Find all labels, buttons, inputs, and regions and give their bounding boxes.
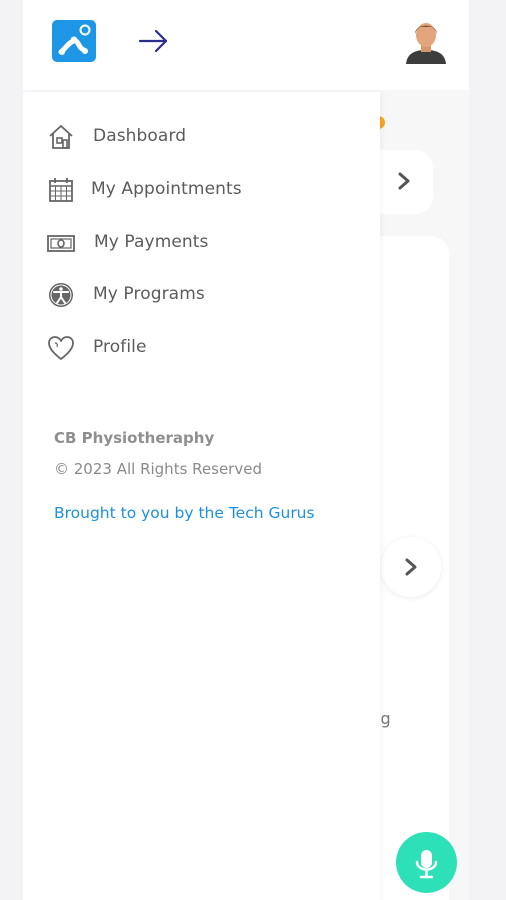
sidebar-item-payments[interactable]: My Payments: [47, 227, 357, 259]
app-frame: ıg Dashboard My Appointments My Payments…: [23, 0, 469, 900]
sidebar-item-profile[interactable]: Profile: [47, 332, 357, 364]
chevron-right-icon: [398, 172, 410, 190]
calendar-icon: [49, 178, 73, 202]
sidebar-item-label: Profile: [93, 337, 147, 357]
microphone-button[interactable]: [396, 832, 457, 893]
sidebar-item-label: My Programs: [93, 284, 205, 304]
sidebar-item-label: Dashboard: [93, 126, 187, 146]
sidebar-item-dashboard[interactable]: Dashboard: [47, 121, 357, 153]
payments-icon: [47, 235, 75, 252]
app-logo[interactable]: [52, 20, 96, 62]
sidebar-item-label: My Payments: [94, 232, 209, 252]
app-logo-icon: [58, 24, 91, 55]
heart-icon: [48, 336, 74, 360]
company-name: CB Physiotheraphy: [54, 429, 215, 447]
sidebar-item-label: My Appointments: [91, 179, 242, 199]
programs-icon: [49, 283, 73, 307]
home-icon: [49, 125, 73, 149]
microphone-icon: [415, 850, 438, 879]
sidebar-item-programs[interactable]: My Programs: [47, 279, 357, 311]
user-avatar-icon[interactable]: [404, 18, 448, 64]
sidebar-item-appointments[interactable]: My Appointments: [47, 174, 357, 206]
copyright-text: © 2023 All Rights Reserved: [54, 460, 262, 478]
chevron-right-icon: [405, 558, 417, 576]
credit-link[interactable]: Brought to you by the Tech Gurus: [54, 504, 315, 522]
top-bar: [23, 0, 469, 90]
navigation-drawer: Dashboard My Appointments My Payments My…: [23, 92, 380, 900]
arrow-right-icon[interactable]: [135, 24, 171, 58]
